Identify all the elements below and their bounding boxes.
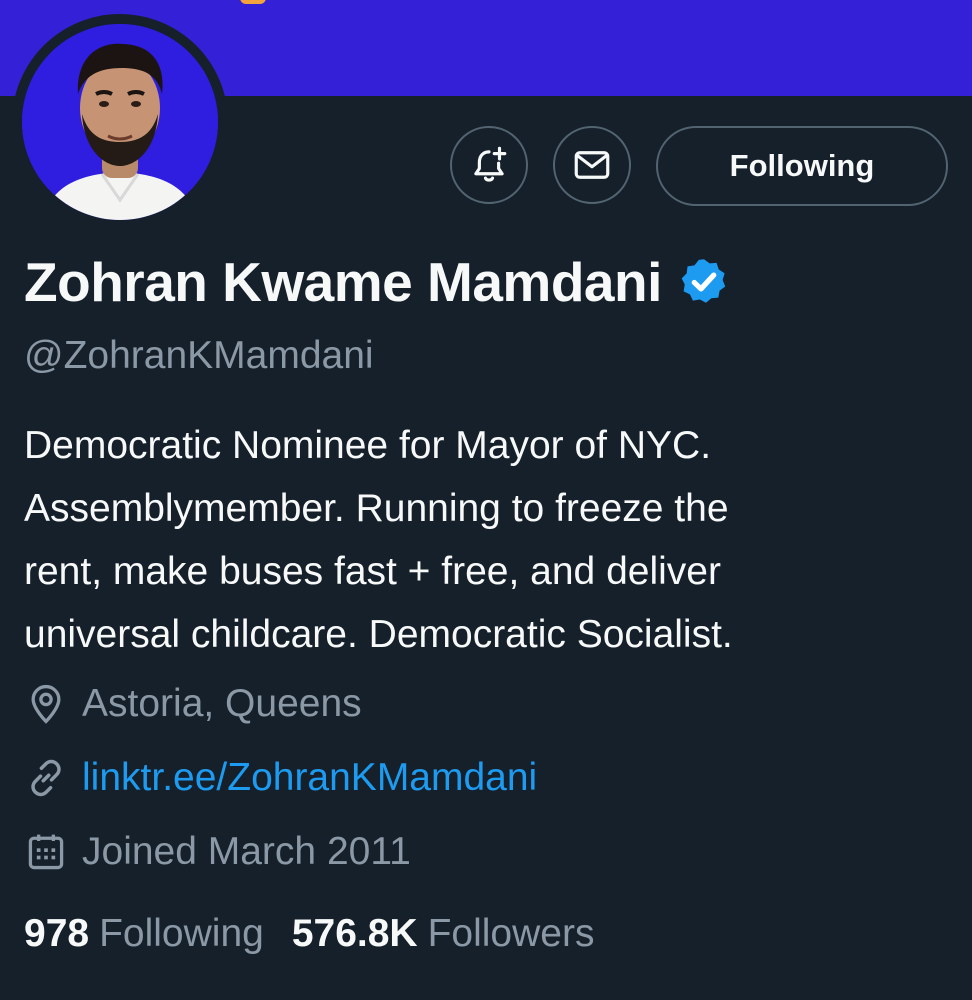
notify-button[interactable] (450, 126, 528, 204)
name-row: Zohran Kwame Mamdani (24, 250, 730, 314)
avatar-photo (22, 24, 218, 220)
followers-stat[interactable]: 576.8K Followers (292, 912, 595, 956)
website-link[interactable]: linktr.ee/ZohranKMamdani (82, 756, 537, 800)
joined-row: Joined March 2011 (24, 830, 411, 874)
bio-line: Democratic Nominee for Mayor of NYC. (24, 424, 712, 467)
envelope-icon (574, 151, 610, 179)
following-stat[interactable]: 978 Following (24, 912, 264, 956)
bio-line: Assemblymember. Running to freeze the (24, 487, 729, 530)
link-icon (31, 759, 61, 797)
message-button[interactable] (553, 126, 631, 204)
location-pin-icon (31, 684, 61, 724)
profile-avatar[interactable] (12, 14, 228, 230)
location-row: Astoria, Queens (24, 682, 362, 726)
location-text: Astoria, Queens (82, 682, 362, 725)
website-row: linktr.ee/ZohranKMamdani (24, 756, 537, 800)
following-count: 978 (24, 912, 90, 955)
verified-badge-icon[interactable] (678, 256, 730, 308)
display-name: Zohran Kwame Mamdani (24, 251, 662, 313)
bio-line: universal childcare. Democratic Socialis… (24, 613, 733, 656)
profile-handle: @ZohranKMamdani (24, 334, 374, 377)
bio-line: rent, make buses fast + free, and delive… (24, 550, 721, 593)
bell-plus-icon (474, 146, 507, 182)
joined-date: Joined March 2011 (82, 830, 411, 873)
following-label: Following (99, 912, 264, 955)
follow-stats: 978 Following 576.8K Followers (24, 912, 622, 956)
calendar-icon (28, 834, 64, 870)
followers-count: 576.8K (291, 912, 418, 955)
followers-label: Followers (427, 912, 595, 955)
banner-accent (240, 0, 266, 4)
following-button[interactable]: Following (656, 126, 948, 206)
profile-page: Following Zohran Kwame Mamdani @ZohranKM… (0, 0, 972, 1000)
profile-bio: Democratic Nominee for Mayor of NYC. Ass… (24, 414, 954, 666)
